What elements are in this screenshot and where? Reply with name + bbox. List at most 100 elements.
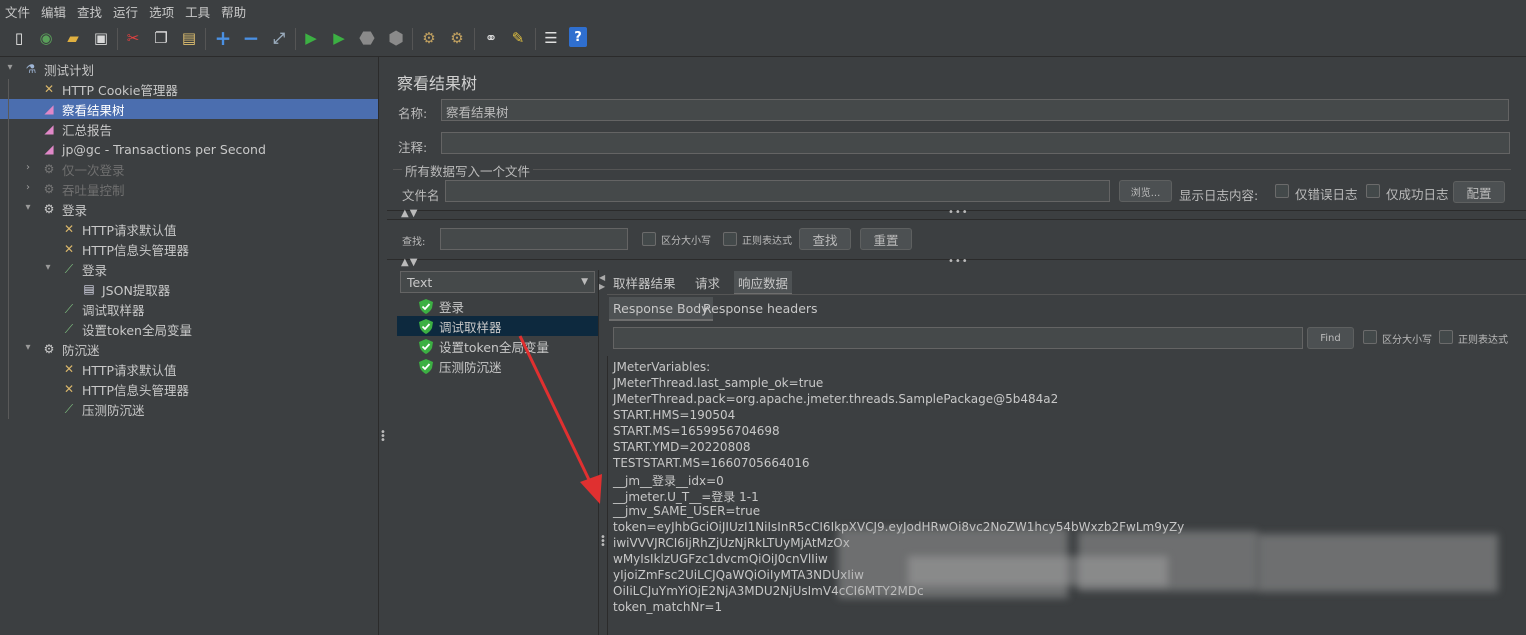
case-sensitive-label: 区分大小写 — [661, 236, 711, 247]
start-icon[interactable]: ▶ — [300, 27, 322, 49]
pipette-icon: ⟋ — [64, 321, 74, 336]
stop-icon[interactable]: ⬣ — [356, 27, 378, 49]
tab-result-1[interactable]: 请求 — [691, 271, 724, 293]
doc-icon: ▤ — [83, 282, 95, 296]
expand-icon[interactable]: + — [212, 26, 234, 50]
open-icon[interactable]: ▰ — [62, 27, 84, 49]
tree-node[interactable]: ◢ jp@gc - Transactions per Second — [40, 139, 266, 159]
tree-node[interactable]: ✕ HTTP信息头管理器 — [60, 379, 189, 399]
find-field[interactable] — [613, 327, 1303, 349]
menu-item-4[interactable]: 选项 — [144, 2, 180, 21]
regex-checkbox[interactable] — [723, 232, 737, 246]
expand-arrow-icon[interactable]: ▾ — [22, 202, 34, 213]
gear-icon: ⚙ — [43, 162, 55, 176]
tab-result-0[interactable]: 取样器结果 — [609, 271, 680, 293]
find-button[interactable]: Find — [1307, 327, 1354, 349]
tree-node[interactable]: ✕ HTTP请求默认值 — [60, 219, 177, 239]
menu-item-2[interactable]: 查找 — [72, 2, 108, 21]
tree-node[interactable]: ✕ HTTP请求默认值 — [60, 359, 177, 379]
tree-node[interactable]: ⚗ 测试计划 — [22, 59, 94, 79]
tree-node[interactable]: ⚙ 吞吐量控制 — [40, 179, 125, 199]
menu-item-3[interactable]: 运行 — [108, 2, 144, 21]
tree-node[interactable]: ⚙ 防沉迷 — [40, 339, 100, 359]
tree-node-label: 压测防沉迷 — [82, 402, 145, 418]
menu-item-1[interactable]: 编辑 — [36, 2, 72, 21]
success-shield-icon — [419, 358, 433, 374]
search-icon[interactable]: ⚭ — [480, 27, 502, 49]
tree-node-label: 测试计划 — [44, 62, 95, 78]
copy-icon[interactable]: ❐ — [150, 27, 172, 49]
response-body[interactable]: JMeterVariables: JMeterThread.last_sample… — [607, 356, 1526, 635]
tree-node[interactable]: ✕ HTTP信息头管理器 — [60, 239, 189, 259]
tree-node-label: 登录 — [62, 202, 88, 218]
tree-node[interactable]: ⚙ 登录 — [40, 199, 87, 219]
tree-node[interactable]: ◢ 汇总报告 — [40, 119, 112, 139]
success-only-checkbox[interactable] — [1366, 184, 1380, 198]
reset-search-icon[interactable]: ✎ — [507, 27, 529, 49]
cut-icon[interactable]: ✂ — [122, 27, 144, 49]
menu-item-5[interactable]: 工具 — [180, 2, 216, 21]
splitter-grip-icon: ••• — [948, 207, 969, 218]
tree-node-label: jp@gc - Transactions per Second — [62, 141, 266, 157]
expand-arrow-icon[interactable]: ▾ — [42, 262, 54, 273]
new-icon[interactable]: ▯ — [8, 27, 30, 49]
splitter-arrows-icon-3[interactable]: ◀ ▶ — [599, 273, 605, 291]
help-icon[interactable]: ? — [569, 27, 587, 47]
chart-icon: ◢ — [44, 102, 54, 116]
save-icon[interactable]: ▣ — [90, 27, 112, 49]
collapse-arrow-icon[interactable]: › — [22, 182, 34, 193]
shutdown-icon[interactable]: ⬢ — [385, 27, 407, 49]
tree-node[interactable]: ▤ JSON提取器 — [80, 279, 170, 299]
response-line: START.MS=1659956704698 — [613, 424, 780, 438]
filename-field[interactable] — [445, 180, 1110, 202]
find-case-sensitive-checkbox[interactable] — [1363, 330, 1377, 344]
find-regex-checkbox[interactable] — [1439, 330, 1453, 344]
paste-icon[interactable]: ▤ — [178, 27, 200, 49]
name-field[interactable]: 察看结果树 — [441, 99, 1509, 121]
annotation-arrow-icon — [518, 335, 602, 504]
collapse-icon[interactable]: − — [240, 26, 262, 50]
expand-arrow-icon[interactable]: ▾ — [4, 62, 16, 73]
chart-icon: ◢ — [44, 122, 54, 136]
tree-node[interactable]: ⟋ 压测防沉迷 — [60, 399, 145, 419]
tree-node[interactable]: ⟋ 登录 — [60, 259, 107, 279]
templates-icon[interactable]: ◉ — [35, 27, 57, 49]
subtab-0[interactable]: Response Body — [609, 297, 713, 321]
collapse-arrow-icon[interactable]: › — [22, 162, 34, 173]
toggle-icon[interactable]: ⤢ — [268, 27, 290, 49]
tabs-divider — [607, 294, 1526, 295]
case-sensitive-checkbox[interactable] — [642, 232, 656, 246]
tab-result-2[interactable]: 响应数据 — [734, 271, 793, 295]
renderer-dropdown[interactable]: Text ▼ — [400, 271, 595, 293]
splitter-arrows-icon[interactable]: ▲▼ — [401, 208, 418, 219]
tree-node[interactable]: ⚙ 仅一次登录 — [40, 159, 125, 179]
search-field[interactable] — [440, 228, 628, 250]
subtab-1[interactable]: Response headers — [699, 297, 822, 319]
result-node[interactable]: 登录 — [397, 296, 598, 316]
clear-icon[interactable]: ⚙ — [418, 27, 440, 49]
splitter-arrows-icon-2[interactable]: ▲▼ — [401, 257, 418, 268]
response-line: JMeterVariables: — [613, 360, 711, 374]
browse-button[interactable]: 浏览... — [1119, 180, 1172, 202]
file-section-title: 所有数据写入一个文件 — [402, 161, 534, 180]
tree-node[interactable]: ⟋ 设置token全局变量 — [60, 319, 192, 339]
tree-node[interactable]: ⟋ 调试取样器 — [60, 299, 145, 319]
success-only-label: 仅成功日志 — [1386, 187, 1449, 202]
tree-node[interactable]: ✕ HTTP Cookie管理器 — [40, 79, 178, 99]
menu-item-6[interactable]: 帮助 — [216, 2, 252, 21]
result-node-label: 压测防沉迷 — [439, 359, 502, 375]
expand-arrow-icon[interactable]: ▾ — [22, 342, 34, 353]
test-plan-tree: ▾ ⚗ 测试计划 ✕ HTTP Cookie管理器 ◢ 察看结果树 ◢ 汇总报告 ◢ jp@gc -… — [0, 57, 378, 635]
wrench-icon: ✕ — [63, 242, 75, 256]
tree-node[interactable]: ◢ 察看结果树 — [0, 99, 378, 119]
tree-node-label: HTTP请求默认值 — [82, 222, 177, 238]
start-no-pause-icon[interactable]: ▶ — [328, 27, 350, 49]
configure-button[interactable]: 配置 — [1453, 181, 1505, 203]
menu-item-0[interactable]: 文件 — [0, 2, 36, 21]
comment-field[interactable] — [441, 132, 1510, 154]
function-helper-icon[interactable]: ☰ — [540, 27, 562, 49]
errors-only-checkbox[interactable] — [1275, 184, 1289, 198]
reset-button[interactable]: 重置 — [860, 228, 912, 250]
clear-all-icon[interactable]: ⚙ — [446, 27, 468, 49]
search-button[interactable]: 查找 — [799, 228, 851, 250]
